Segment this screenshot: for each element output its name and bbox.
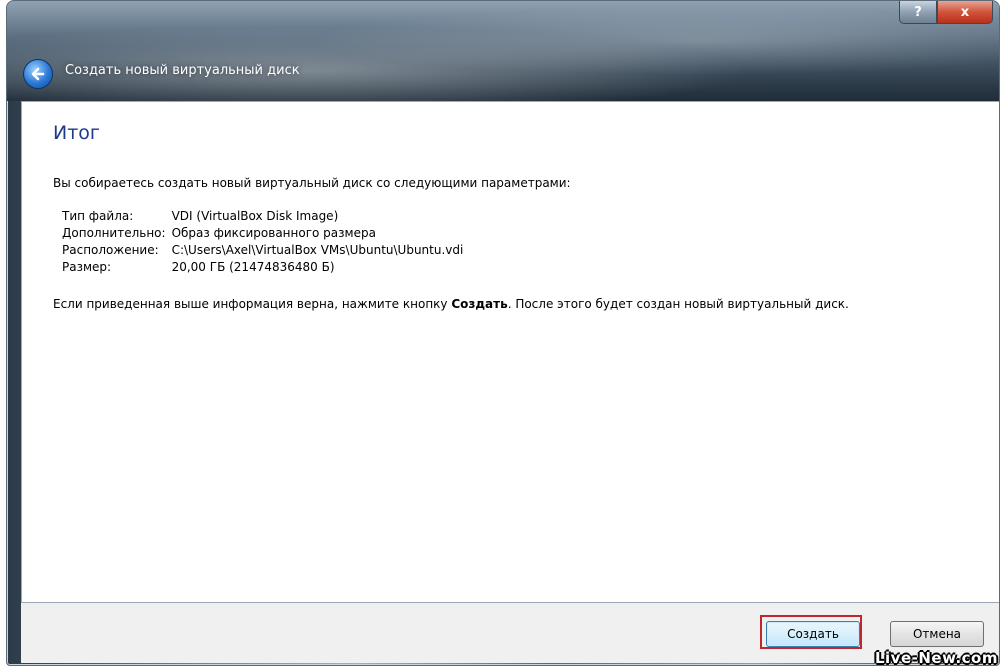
param-row: Тип файла: VDI (VirtualBox Disk Image)	[62, 208, 469, 225]
parameters-table: Тип файла: VDI (VirtualBox Disk Image) Д…	[62, 208, 469, 276]
cancel-button[interactable]: Отмена	[890, 621, 984, 647]
param-row: Расположение: C:\Users\Axel\VirtualBox V…	[62, 242, 469, 259]
param-key: Дополнительно:	[62, 226, 166, 240]
param-key: Расположение:	[62, 243, 159, 257]
close-button[interactable]: x	[937, 1, 993, 24]
wizard-title: Создать новый виртуальный диск	[65, 63, 300, 78]
confirmation-note: Если приведенная выше информация верна, …	[53, 295, 973, 313]
param-key: Тип файла:	[62, 209, 134, 223]
title-bar[interactable]: ? x Создать новый виртуальный диск	[7, 1, 999, 101]
param-value: Образ фиксированного размера	[171, 226, 376, 240]
button-bar: Создать Отмена	[21, 603, 999, 663]
note-create-keyword: Создать	[451, 297, 508, 311]
param-value: C:\Users\Axel\VirtualBox VMs\Ubuntu\Ubun…	[171, 243, 464, 257]
watermark: Live-New.com	[874, 649, 998, 667]
note-text-before: Если приведенная выше информация верна, …	[53, 297, 452, 311]
intro-text: Вы собираетесь создать новый виртуальный…	[53, 176, 571, 190]
summary-page: Итог Вы собираетесь создать новый виртуа…	[21, 101, 999, 603]
param-row: Дополнительно: Образ фиксированного разм…	[62, 225, 469, 242]
note-text-after: . После этого будет создан новый виртуал…	[507, 297, 849, 311]
page-heading: Итог	[53, 122, 100, 144]
param-row: Размер: 20,00 ГБ (21474836480 Б)	[62, 259, 469, 276]
back-arrow-icon	[31, 67, 45, 81]
caption-buttons: ? x	[899, 1, 993, 24]
param-value: VDI (VirtualBox Disk Image)	[171, 209, 339, 223]
param-key: Размер:	[62, 260, 112, 274]
create-button[interactable]: Создать	[766, 621, 860, 647]
help-button[interactable]: ?	[899, 1, 937, 24]
param-value: 20,00 ГБ (21474836480 Б)	[171, 260, 335, 274]
close-icon: x	[960, 4, 970, 20]
back-button[interactable]	[23, 59, 53, 89]
help-icon: ?	[914, 4, 922, 20]
wizard-window: ? x Создать новый виртуальный диск Итог …	[6, 0, 1000, 666]
